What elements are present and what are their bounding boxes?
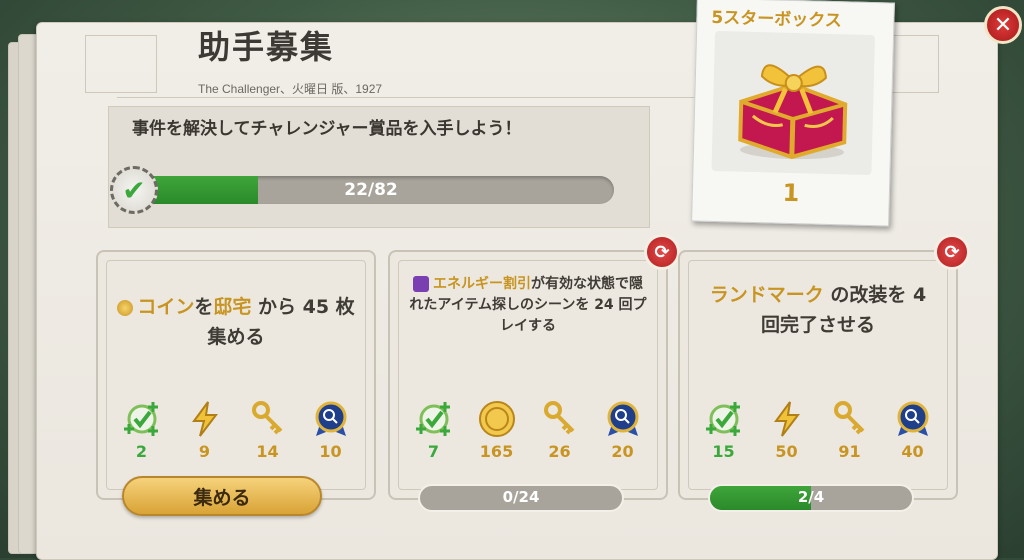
- checkmark-badge-icon: ✔: [110, 166, 158, 214]
- task-rewards: 7 165 26 20: [402, 400, 654, 461]
- task-highlight: 邸宅: [213, 296, 252, 318]
- reward-count: 1: [782, 178, 800, 208]
- reward-item: 40: [885, 400, 941, 461]
- key-icon: [249, 400, 287, 438]
- reward-item: 15: [696, 400, 752, 461]
- task-rewards: 15 50 91 40: [692, 400, 944, 461]
- check-plus-icon: [415, 400, 453, 438]
- collect-button[interactable]: 集める: [122, 476, 322, 516]
- close-button[interactable]: ✕: [984, 6, 1022, 44]
- check-plus-icon: [123, 400, 161, 438]
- task-description: ランドマーク の改装を 4 回完了させる: [698, 280, 938, 340]
- reward-value: 20: [611, 442, 634, 461]
- check-plus-icon: [705, 400, 743, 438]
- reward-item: 14: [240, 400, 296, 461]
- reward-value: 14: [256, 442, 279, 461]
- divider: [117, 97, 777, 98]
- reward-item: 20: [595, 400, 651, 461]
- close-icon: ✕: [993, 12, 1013, 38]
- task-highlight: ランドマーク: [709, 284, 824, 306]
- task-card-coins: コインを邸宅 から 45 枚集める 2 9 14 10 集める: [96, 250, 376, 516]
- reward-value: 15: [712, 442, 735, 461]
- coin-icon: [117, 299, 134, 316]
- task-progress-bar: 2/4: [708, 484, 914, 512]
- reward-value: 2: [135, 442, 148, 461]
- reward-value: 9: [198, 442, 211, 461]
- task-rewards: 2 9 14 10: [110, 400, 362, 461]
- masthead-ornament-left: [85, 35, 157, 93]
- reward-value: 165: [479, 442, 514, 461]
- reward-item: 165: [469, 400, 525, 461]
- energy-icon: [186, 400, 224, 438]
- magnifier-medal-icon: [312, 400, 350, 438]
- task-text-part: を: [194, 296, 214, 318]
- magnifier-medal-icon: [604, 400, 642, 438]
- magnifier-medal-icon: [894, 400, 932, 438]
- task-description: コインを邸宅 から 45 枚集める: [116, 292, 356, 352]
- task-card-energy-discount: ⟳ エネルギー割引が有効な状態で隠れたアイテム探しのシーンを 24 回プレイする…: [388, 234, 680, 512]
- reward-card[interactable]: 5スターボックス 1: [691, 0, 895, 227]
- refresh-button[interactable]: ⟳: [934, 234, 970, 270]
- task-highlight: エネルギー割引: [433, 276, 531, 292]
- reward-item: 50: [759, 400, 815, 461]
- reward-item: 9: [177, 400, 233, 461]
- page-title: 助手募集: [198, 28, 335, 66]
- main-progress-bar: 22/82: [128, 176, 614, 204]
- reward-value: 26: [548, 442, 571, 461]
- main-progress-label: 22/82: [344, 180, 398, 200]
- reward-value: 10: [319, 442, 342, 461]
- main-goal-text: 事件を解決してチャレンジャー賞品を入手しよう！: [132, 119, 522, 139]
- reward-item: 91: [822, 400, 878, 461]
- reward-value: 50: [775, 442, 798, 461]
- edition-subtitle: The Challenger、火曜日 版、1927: [198, 82, 383, 96]
- refresh-button[interactable]: ⟳: [644, 234, 680, 270]
- reward-item: 2: [114, 400, 170, 461]
- key-icon: [831, 400, 869, 438]
- reward-item: 7: [406, 400, 462, 461]
- key-icon: [541, 400, 579, 438]
- task-description: エネルギー割引が有効な状態で隠れたアイテム探しのシーンを 24 回プレイする: [408, 274, 648, 337]
- task-progress-label: 2/4: [797, 488, 825, 506]
- energy-icon: [768, 400, 806, 438]
- task-progress-label: 0/24: [502, 488, 540, 506]
- reward-value: 91: [838, 442, 861, 461]
- star-box-image: [711, 30, 876, 176]
- task-card-landmark: ⟳ ランドマーク の改装を 4 回完了させる 15 50 91 40 2/4: [678, 234, 970, 512]
- energy-discount-icon: [413, 276, 429, 292]
- reward-title: 5スターボックス: [711, 7, 842, 32]
- reward-value: 7: [427, 442, 440, 461]
- reward-item: 26: [532, 400, 588, 461]
- task-highlight: コイン: [137, 296, 195, 318]
- task-progress-bar: 0/24: [418, 484, 624, 512]
- refresh-icon: ⟳: [654, 241, 670, 263]
- coin-icon: [478, 400, 516, 438]
- reward-value: 40: [901, 442, 924, 461]
- refresh-icon: ⟳: [944, 241, 960, 263]
- reward-item: 10: [303, 400, 359, 461]
